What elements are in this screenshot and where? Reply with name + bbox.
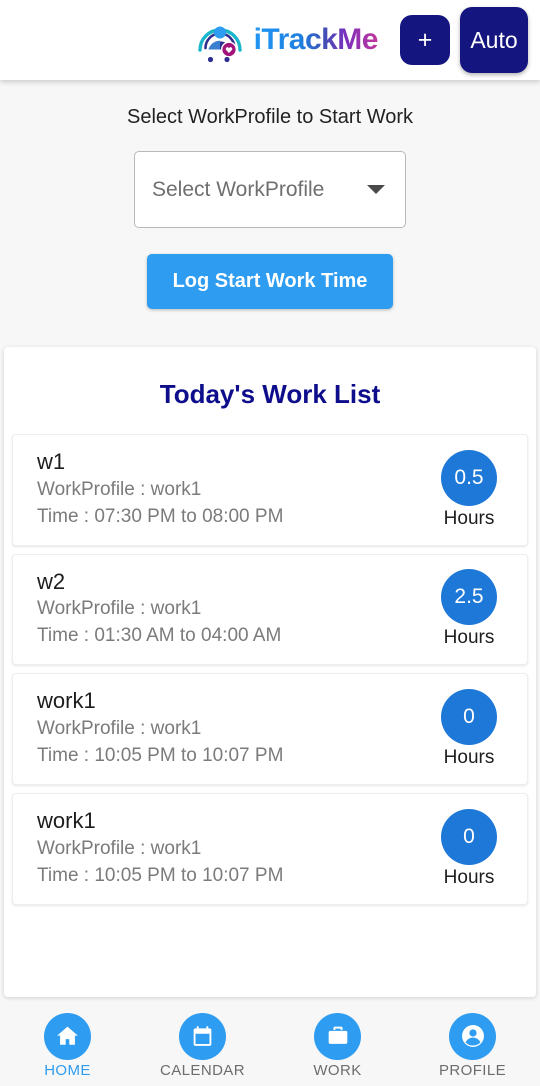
nav-item-calendar[interactable]: CALENDAR [135,1012,270,1079]
select-workprofile-label: Select WorkProfile to Start Work [126,106,413,128]
add-button[interactable]: + [400,15,450,65]
nav-item-home[interactable]: HOME [0,1012,135,1079]
work-item-time: Time : 10:05 PM to 10:07 PM [37,864,284,886]
nav-label-work: WORK [313,1061,362,1079]
hours-unit-label: Hours [443,747,495,769]
work-item-hours: 0.5 Hours [429,449,509,530]
work-item-profile: WorkProfile : work1 [37,837,202,859]
hours-badge: 0 [441,808,497,865]
chevron-down-icon [367,185,385,194]
nav-label-home: HOME [44,1061,91,1079]
work-item-name: work1 [37,688,96,714]
list-item[interactable]: work1 WorkProfile : work1 Time : 10:05 P… [12,792,528,905]
person-icon [449,1012,496,1060]
itrackme-person-heart-logo-icon [194,14,246,66]
work-item-name: w2 [37,568,66,594]
app-header: iTrackMe + Auto [0,0,540,80]
list-item[interactable]: work1 WorkProfile : work1 Time : 10:05 P… [12,673,528,785]
work-item-hours: 0 Hours [429,808,509,889]
hours-badge: 0.5 [441,449,497,506]
work-item-time: Time : 10:05 PM to 10:07 PM [37,744,284,766]
auto-button[interactable]: Auto [460,7,528,73]
work-item-hours: 2.5 Hours [429,569,509,649]
home-icon [44,1012,91,1060]
work-item-time: Time : 07:30 PM to 08:00 PM [37,505,284,527]
log-start-work-time-button[interactable]: Log Start Work Time [146,254,394,309]
workprofile-select[interactable]: Select WorkProfile [134,151,406,228]
hours-unit-label: Hours [443,507,495,529]
bottom-navigation: HOME CALENDAR WORK PROFILE [0,1005,540,1086]
work-item-time: Time : 01:30 AM to 04:00 AM [37,625,282,647]
nav-label-calendar: CALENDAR [160,1061,245,1079]
list-item[interactable]: w1 WorkProfile : work1 Time : 07:30 PM t… [12,434,528,546]
hours-unit-label: Hours [443,627,495,649]
nav-item-work[interactable]: WORK [270,1012,405,1079]
list-item[interactable]: w2 WorkProfile : work1 Time : 01:30 AM t… [12,553,528,666]
brand-name: iTrackMe [253,23,379,56]
work-item-profile: WorkProfile : work1 [37,478,202,500]
work-item-profile: WorkProfile : work1 [37,598,202,620]
nav-item-profile[interactable]: PROFILE [405,1012,540,1079]
workprofile-select-value: Select WorkProfile [152,177,325,201]
calendar-icon [179,1012,226,1060]
briefcase-icon [314,1012,361,1060]
hours-badge: 0 [441,689,497,746]
work-item-name: w1 [37,449,66,474]
work-item-hours: 0 Hours [429,689,509,769]
todays-work-list-card: Today's Work List w1 WorkProfile : work1… [4,347,536,997]
hours-unit-label: Hours [443,866,495,888]
work-item-profile: WorkProfile : work1 [37,717,202,739]
brand: iTrackMe [194,14,379,66]
hours-badge: 2.5 [441,569,497,626]
select-workprofile-panel: Select WorkProfile to Start Work Select … [0,80,540,339]
nav-label-profile: PROFILE [439,1061,506,1079]
work-item-name: work1 [37,807,96,833]
page-title: Today's Work List [159,379,381,409]
